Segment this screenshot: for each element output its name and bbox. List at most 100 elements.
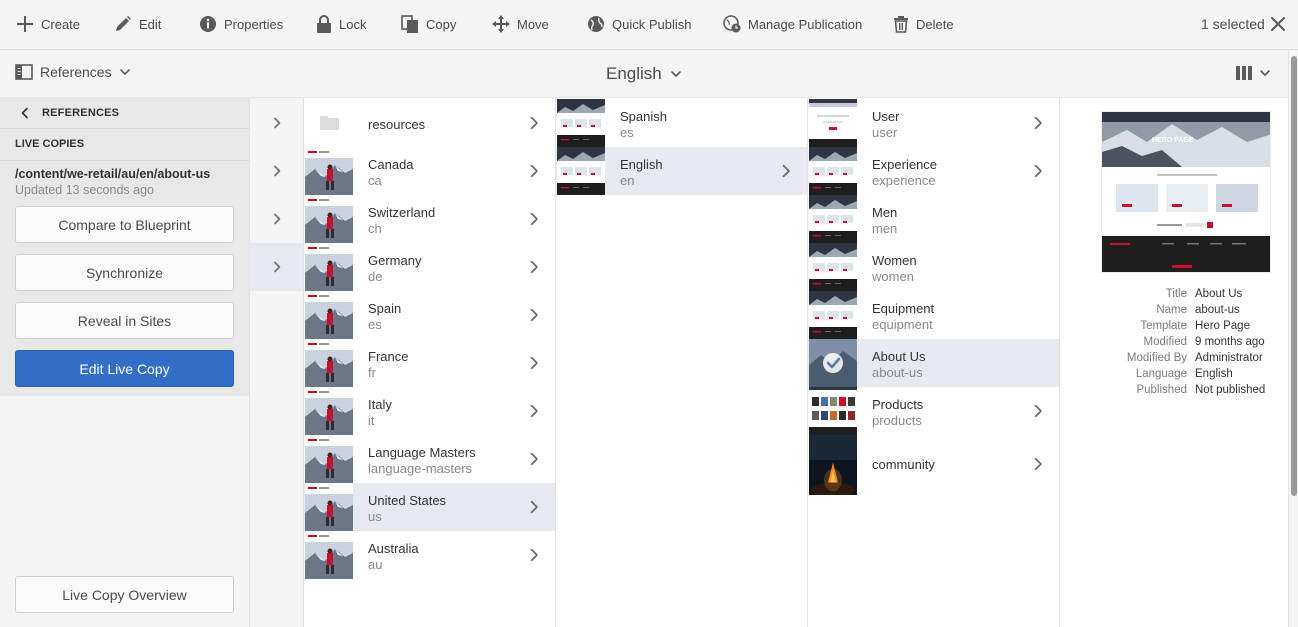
list-item-italy[interactable]: Italy it (304, 387, 555, 435)
chevron-right-icon[interactable] (1031, 116, 1045, 130)
mountain-thumbnail-icon (305, 435, 353, 483)
navigation-header: References English (0, 50, 1288, 98)
references-back-button[interactable]: REFERENCES (0, 98, 249, 129)
item-name: es (368, 317, 382, 332)
chevron-right-icon (271, 165, 283, 177)
chevron-right-icon[interactable] (527, 164, 541, 178)
list-item-canada[interactable]: Canada ca (304, 147, 555, 195)
reveal-in-sites-button[interactable]: Reveal in Sites (15, 302, 234, 339)
property-value: About Us (1195, 288, 1243, 300)
list-item-men[interactable]: Men men (808, 195, 1059, 243)
action-toolbar: Create Edit Properties Lock Copy Move Qu… (0, 0, 1298, 50)
expand-row[interactable] (250, 195, 303, 243)
delete-button[interactable]: Delete (893, 0, 954, 48)
chevron-right-icon[interactable] (1031, 457, 1045, 471)
item-title: Italy (368, 397, 392, 412)
chevron-down-icon (670, 68, 682, 80)
item-name: equipment (872, 317, 933, 332)
quick-publish-button[interactable]: Quick Publish (587, 0, 691, 48)
create-button[interactable]: Create (16, 0, 80, 48)
close-icon[interactable] (1270, 16, 1286, 32)
edit-button[interactable]: Edit (114, 0, 161, 48)
chevron-right-icon[interactable] (527, 500, 541, 514)
chevron-right-icon[interactable] (1031, 404, 1045, 418)
rail-toggle-button[interactable]: References (15, 64, 131, 80)
list-item-france[interactable]: France fr (304, 339, 555, 387)
lock-button[interactable]: Lock (316, 0, 366, 48)
item-name: user (872, 125, 898, 140)
list-item-germany[interactable]: Germany de (304, 243, 555, 291)
copy-button[interactable]: Copy (401, 0, 456, 48)
chevron-left-icon (21, 107, 28, 119)
item-title: User (872, 109, 900, 124)
list-item-experience[interactable]: Experience experience (808, 147, 1059, 195)
compare-to-blueprint-button[interactable]: Compare to Blueprint (15, 206, 234, 243)
item-title: Language Masters (368, 445, 476, 460)
chevron-right-icon[interactable] (1031, 164, 1045, 178)
move-button[interactable]: Move (492, 0, 549, 48)
vertical-scrollbar[interactable] (1288, 50, 1298, 627)
breadcrumb[interactable]: English (606, 64, 682, 84)
list-item-language-masters[interactable]: Language Masters language-masters (304, 435, 555, 483)
item-title: Spanish (620, 109, 667, 124)
rail-toggle-label: References (40, 64, 112, 80)
page-thumbnail (809, 195, 857, 243)
property-key: Modified By (1126, 352, 1187, 364)
property-published: Published Not published (1060, 384, 1288, 400)
synchronize-button[interactable]: Synchronize (15, 254, 234, 291)
list-item-switzerland[interactable]: Switzerland ch (304, 195, 555, 243)
page-thumbnail (305, 435, 353, 483)
edit-live-copy-button[interactable]: Edit Live Copy (15, 350, 234, 387)
list-item-community[interactable]: community (808, 435, 1059, 495)
scrollbar-thumb[interactable] (1291, 56, 1297, 496)
property-value: Administrator (1195, 352, 1263, 364)
mountain-thumbnail-icon (305, 195, 353, 243)
chevron-right-icon[interactable] (527, 404, 541, 418)
item-title: Products (872, 397, 924, 412)
chevron-right-icon[interactable] (527, 116, 541, 130)
property-language: Language English (1060, 368, 1288, 384)
list-item-user[interactable]: User user (808, 99, 1059, 147)
chevron-right-icon[interactable] (527, 548, 541, 562)
chevron-right-icon[interactable] (527, 260, 541, 274)
list-item-products[interactable]: Products products (808, 387, 1059, 435)
lock-label: Lock (339, 16, 367, 32)
list-item-spain[interactable]: Spain es (304, 291, 555, 339)
live-copy-panel: REFERENCES LIVE COPIES /content/we-retai… (0, 98, 249, 396)
item-name: men (872, 221, 898, 236)
chevron-right-icon[interactable] (527, 452, 541, 466)
list-item-resources[interactable]: resources (304, 99, 555, 147)
quick-publish-label: Quick Publish (612, 16, 692, 32)
item-title: Switzerland (368, 205, 436, 220)
chevron-right-icon[interactable] (527, 356, 541, 370)
list-item-equipment[interactable]: Equipment equipment (808, 291, 1059, 339)
property-key: Title (1165, 288, 1187, 300)
item-name: about-us (872, 365, 923, 380)
breadcrumb-label: English (606, 64, 662, 83)
item-title: community (872, 457, 935, 472)
mountain-thumbnail-icon (305, 339, 353, 387)
property-modified: Modified 9 months ago (1060, 336, 1288, 352)
list-item-about-us[interactable]: About Us about-us (808, 339, 1059, 387)
chevron-right-icon[interactable] (527, 308, 541, 322)
checkmark-icon (809, 339, 857, 387)
page-thumbnail-icon (809, 243, 857, 291)
list-item-united-states[interactable]: United States us (304, 483, 555, 531)
list-item-women[interactable]: Women women (808, 243, 1059, 291)
expand-row[interactable] (250, 99, 303, 147)
manage-publication-button[interactable]: Manage Publication (723, 0, 862, 48)
expand-row-active[interactable] (250, 243, 303, 291)
expand-row[interactable] (250, 147, 303, 195)
chevron-right-icon[interactable] (527, 212, 541, 226)
property-key: Template (1140, 320, 1187, 332)
live-copy-overview-button[interactable]: Live Copy Overview (15, 576, 234, 613)
page-thumbnail (809, 291, 857, 339)
item-name: au (368, 557, 383, 572)
view-switcher[interactable] (1235, 65, 1271, 81)
chevron-right-icon[interactable] (779, 164, 793, 178)
page-thumbnail (809, 387, 857, 435)
list-item-english[interactable]: English en (556, 147, 807, 195)
list-item-spanish[interactable]: Spanish es (556, 99, 807, 147)
properties-button[interactable]: Properties (199, 0, 283, 48)
list-item-australia[interactable]: Australia au (304, 531, 555, 579)
